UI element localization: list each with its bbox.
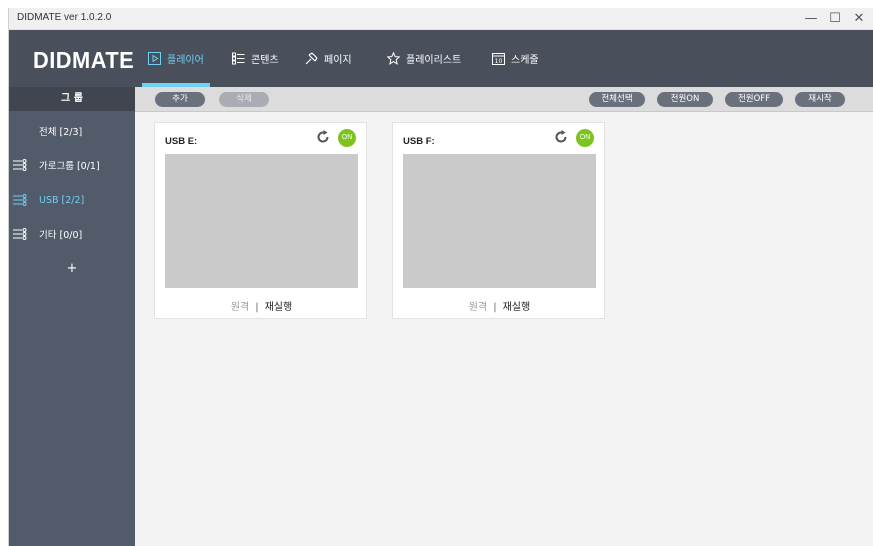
add-group-button[interactable]: + — [9, 261, 135, 276]
status-badge[interactable]: ON — [338, 129, 356, 147]
close-button[interactable]: ✕ — [849, 10, 869, 28]
sidebar-item-all[interactable]: 전체 [2/3] — [9, 121, 135, 141]
delete-button[interactable]: 삭제 — [219, 92, 269, 107]
player-preview — [403, 154, 596, 288]
tab-playlist-label: 플레이리스트 — [406, 55, 462, 66]
sidebar-item-horizontal-group[interactable]: 가로그룹 [0/1] — [9, 155, 135, 175]
refresh-icon[interactable] — [315, 129, 331, 145]
tab-content-label: 콘텐츠 — [251, 55, 279, 66]
minimize-button[interactable]: — — [801, 10, 821, 28]
remote-button[interactable]: 원격 — [469, 302, 487, 313]
tab-player[interactable]: 플레이어 — [142, 30, 210, 87]
status-badge[interactable]: ON — [576, 129, 594, 147]
player-card[interactable]: USB F: ON 원격 | 재실행 — [392, 122, 605, 319]
app-window: DIDMATE ver 1.0.2.0 — ☐ ✕ DIDMATE 플레이어 콘… — [8, 8, 873, 546]
sidebar-header: 그 룹 — [9, 87, 135, 111]
player-list: USB E: ON 원격 | 재실행 USB F: ON 원격 | 재실행 — [135, 112, 873, 546]
group-list-icon — [13, 159, 27, 171]
power-off-button[interactable]: 전원OFF — [725, 92, 783, 107]
player-preview — [165, 154, 358, 288]
page-icon — [305, 52, 318, 65]
remote-button[interactable]: 원격 — [231, 302, 249, 313]
player-card[interactable]: USB E: ON 원격 | 재실행 — [154, 122, 367, 319]
sidebar-item-etc[interactable]: 기타 [0/0] — [9, 224, 135, 244]
content-icon — [232, 52, 245, 65]
tab-schedule[interactable]: 10 스케줄 — [486, 30, 545, 87]
player-actions: 원격 | 재실행 — [155, 298, 368, 313]
app-logo: DIDMATE — [33, 47, 135, 73]
tab-page[interactable]: 페이지 — [299, 30, 358, 87]
tab-content[interactable]: 콘텐츠 — [226, 30, 285, 87]
player-icon — [148, 52, 161, 65]
group-sidebar: 그 룹 전체 [2/3] 가로그룹 [0/1] USB [2/2] 기타 [0/… — [9, 87, 135, 546]
sidebar-item-label: USB [2/2] — [39, 194, 85, 206]
rerun-button[interactable]: 재실행 — [503, 302, 531, 313]
tab-schedule-label: 스케줄 — [511, 55, 539, 66]
main-nav: DIDMATE 플레이어 콘텐츠 페이지 플레이리스트 10 스케줄 — [9, 30, 873, 87]
action-separator: | — [255, 302, 259, 313]
restart-button[interactable]: 재시작 — [795, 92, 845, 107]
tab-player-label: 플레이어 — [167, 55, 204, 66]
sidebar-item-label: 가로그룹 [0/1] — [39, 161, 100, 172]
add-button[interactable]: 추가 — [155, 92, 205, 107]
group-list-icon — [13, 228, 27, 240]
player-name: USB F: — [403, 136, 435, 147]
rerun-button[interactable]: 재실행 — [265, 302, 293, 313]
maximize-button[interactable]: ☐ — [825, 10, 845, 28]
action-separator: | — [493, 302, 497, 313]
calendar-day: 10 — [495, 58, 503, 65]
tab-playlist[interactable]: 플레이리스트 — [381, 30, 467, 87]
title-bar: DIDMATE ver 1.0.2.0 — ☐ ✕ — [9, 8, 873, 30]
star-icon — [387, 52, 400, 65]
calendar-icon: 10 — [492, 53, 505, 65]
player-actions: 원격 | 재실행 — [393, 298, 606, 313]
player-name: USB E: — [165, 136, 198, 147]
player-toolbar: 추가 삭제 전체선택 전원ON 전원OFF 재시작 — [135, 87, 873, 112]
tab-page-label: 페이지 — [324, 55, 352, 66]
sidebar-item-label: 기타 [0/0] — [39, 230, 83, 241]
power-on-button[interactable]: 전원ON — [657, 92, 713, 107]
refresh-icon[interactable] — [553, 129, 569, 145]
window-title: DIDMATE ver 1.0.2.0 — [17, 12, 112, 23]
group-list-icon — [13, 194, 27, 206]
sidebar-item-usb[interactable]: USB [2/2] — [9, 190, 135, 210]
select-all-button[interactable]: 전체선택 — [589, 92, 645, 107]
sidebar-item-label: 전체 [2/3] — [39, 127, 83, 138]
